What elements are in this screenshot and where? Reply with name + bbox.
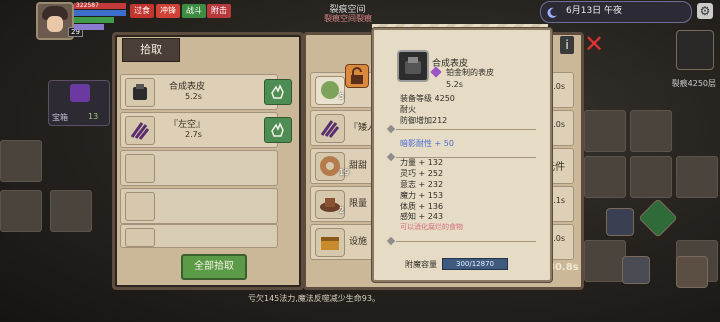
hp-value: 322587 bbox=[76, 2, 99, 9]
lock-icon[interactable] bbox=[345, 64, 369, 88]
loot-name: 限量 bbox=[349, 199, 368, 209]
pickup-tab[interactable]: 拾取 bbox=[122, 38, 180, 62]
rift-floor-label: 裂痕4250层 bbox=[671, 79, 716, 88]
tooltip-divider bbox=[396, 241, 536, 242]
treasure-label: 宝箱 bbox=[52, 113, 68, 122]
mp-bar bbox=[74, 10, 126, 16]
hp-bar: 322587 bbox=[74, 3, 126, 9]
total-time: 80.8s bbox=[548, 262, 579, 273]
floor-tile bbox=[50, 190, 92, 232]
tooltip-stat: 灵巧 + 252 bbox=[400, 169, 444, 178]
item-icon-slot bbox=[125, 116, 155, 145]
hand-icon bbox=[271, 122, 284, 137]
hand-icon bbox=[271, 84, 284, 99]
loot-count: 19 bbox=[339, 168, 350, 177]
tooltip-divider bbox=[396, 129, 536, 130]
floor-tile bbox=[676, 156, 718, 198]
floor-tile bbox=[584, 156, 626, 198]
item-icon-slot bbox=[125, 154, 155, 183]
pickup-item-name: 『左空』 bbox=[169, 120, 206, 130]
leather-item-icon bbox=[133, 84, 147, 100]
pickup-item-time: 5.2s bbox=[185, 92, 202, 101]
tooltip-stat: 力量 + 132 bbox=[400, 158, 444, 167]
tooltip-defense: 防御增加212 bbox=[400, 116, 448, 125]
floor-tile bbox=[630, 156, 672, 198]
item-icon-slot bbox=[125, 78, 155, 107]
floor-tile bbox=[630, 110, 672, 152]
pickup-empty-slot bbox=[120, 188, 278, 224]
loot-count: 5 bbox=[339, 92, 345, 101]
treasure-count: 13 bbox=[88, 112, 99, 121]
pickup-item-name: 合成表皮 bbox=[169, 82, 206, 92]
treasure-chest-icon bbox=[70, 84, 90, 102]
pickup-item-button[interactable] bbox=[264, 79, 292, 105]
tooltip-stat: 意志 + 232 bbox=[400, 180, 444, 189]
info-icon[interactable]: i bbox=[560, 36, 574, 54]
loot-name: 设施 bbox=[349, 237, 368, 247]
floor-tile bbox=[0, 140, 42, 182]
tooltip-stat: 魔力 + 153 bbox=[400, 191, 444, 200]
floor-tile bbox=[584, 110, 626, 152]
item-icon-slot bbox=[125, 192, 155, 221]
status-button-battle[interactable]: 战斗 bbox=[182, 4, 206, 18]
gear-icon[interactable]: ⚙ bbox=[697, 3, 713, 19]
claw-item-icon bbox=[130, 122, 150, 140]
status-button-charge[interactable]: 冲锋 bbox=[156, 4, 180, 18]
pick-all-button[interactable]: 全部拾取 bbox=[181, 254, 247, 280]
pickup-item-row[interactable]: 『左空』 2.7s bbox=[120, 112, 278, 148]
pickup-item-button[interactable] bbox=[264, 117, 292, 143]
status-button-overeat[interactable]: 过食 bbox=[130, 4, 154, 18]
close-icon[interactable]: ✕ bbox=[584, 32, 604, 56]
enchant-capacity-bar: 300/12870 bbox=[442, 258, 508, 270]
floor-tile bbox=[584, 240, 626, 282]
tooltip-equip-level: 装备等级 4250 bbox=[400, 94, 455, 103]
tooltip-item-time: 5.2s bbox=[446, 80, 463, 89]
loot-count: 2 bbox=[339, 206, 345, 215]
tooltip-stat: 感知 + 243 bbox=[400, 212, 444, 221]
zone-subtitle: 裂痕空间裂痕 bbox=[324, 14, 372, 23]
status-button-attach[interactable]: 附击 bbox=[207, 4, 231, 18]
skill-icon[interactable] bbox=[606, 208, 634, 236]
enchant-capacity-label: 附魔容量 bbox=[405, 260, 437, 269]
pickup-empty-slot bbox=[120, 150, 278, 186]
leather-item-icon bbox=[397, 50, 429, 82]
moon-icon bbox=[546, 4, 558, 18]
tooltip-item-quality: 铂金制的表皮 bbox=[446, 68, 494, 77]
tooltip-bonus: 暗影耐性 + 50 bbox=[400, 139, 454, 148]
chest-item-icon bbox=[315, 228, 345, 257]
claw-item-icon bbox=[315, 114, 345, 143]
sp-bar bbox=[74, 17, 114, 23]
pickup-item-time: 2.7s bbox=[185, 130, 202, 139]
loot-name: 甜甜 bbox=[349, 161, 368, 171]
building-icon[interactable] bbox=[676, 30, 714, 70]
floor-tile bbox=[0, 190, 42, 232]
item-icon-slot bbox=[125, 228, 155, 247]
sword-icon[interactable] bbox=[622, 256, 650, 284]
tooltip-trait: 耐火 bbox=[400, 105, 416, 114]
combat-log-message: 亏欠145法力,魔法反噬减少生命93。 bbox=[248, 294, 380, 303]
pickup-item-row[interactable]: 合成表皮 5.2s bbox=[120, 74, 278, 110]
pickup-empty-slot bbox=[120, 224, 278, 248]
date-text: 6月13日 午夜 bbox=[566, 6, 623, 16]
avatar-face bbox=[47, 16, 63, 32]
bow-icon[interactable] bbox=[676, 256, 708, 288]
tooltip-note: 可以消化腐烂的食物 bbox=[400, 223, 463, 231]
exp-bar bbox=[74, 24, 104, 30]
